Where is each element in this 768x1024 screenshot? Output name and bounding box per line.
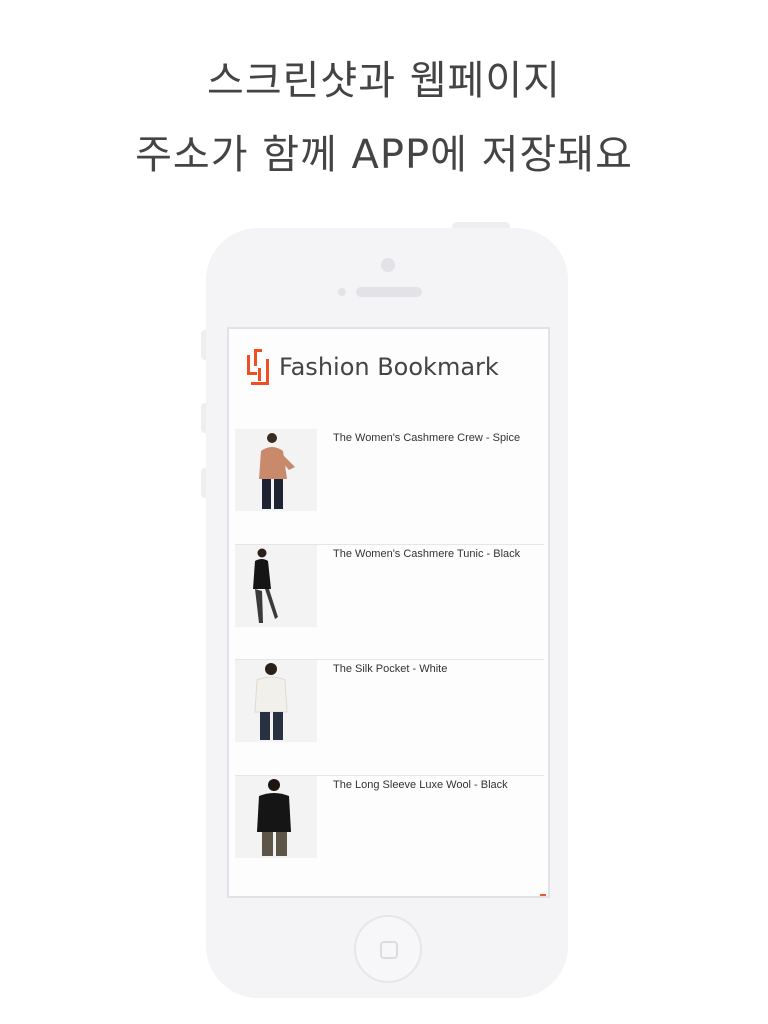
headline-line-2: 주소가 함께 APP에 저장돼요 <box>135 132 633 178</box>
product-thumbnail[interactable] <box>235 544 317 627</box>
app-title: Fashion Bookmark <box>279 353 499 381</box>
bookmark-title[interactable]: The Long Sleeve Luxe Wool - Black <box>333 779 508 791</box>
app-header: Fashion Bookmark <box>229 329 548 415</box>
list-item[interactable]: The Women's Cashmere Tunic - Black <box>235 544 544 660</box>
list-item[interactable]: The Women's Cashmere Crew - Spice <box>235 429 544 545</box>
screen-corner-accent <box>540 894 546 896</box>
headline-line-1: 스크린샷과 웹페이지 <box>207 58 561 104</box>
product-thumbnail[interactable] <box>235 775 317 858</box>
proximity-sensor <box>338 288 346 296</box>
bookmark-title[interactable]: The Silk Pocket - White <box>333 663 447 675</box>
home-square-icon <box>380 941 398 959</box>
bookmark-title[interactable]: The Women's Cashmere Tunic - Black <box>333 548 520 560</box>
front-camera <box>381 258 395 272</box>
bookmark-list: The Women's Cashmere Crew - Spice The Wo… <box>235 429 544 891</box>
phone-screen: Fashion Bookmark The Women's Cashmere Cr… <box>227 327 550 898</box>
home-button[interactable] <box>354 915 422 983</box>
list-item[interactable]: The Long Sleeve Luxe Wool - Black <box>235 775 544 892</box>
list-item[interactable]: The Silk Pocket - White <box>235 660 544 776</box>
product-thumbnail[interactable] <box>235 429 317 511</box>
bookmark-title[interactable]: The Women's Cashmere Crew - Spice <box>333 432 520 444</box>
brand-logo-icon <box>247 349 269 385</box>
product-thumbnail[interactable] <box>235 660 317 742</box>
earpiece-speaker <box>356 287 422 297</box>
